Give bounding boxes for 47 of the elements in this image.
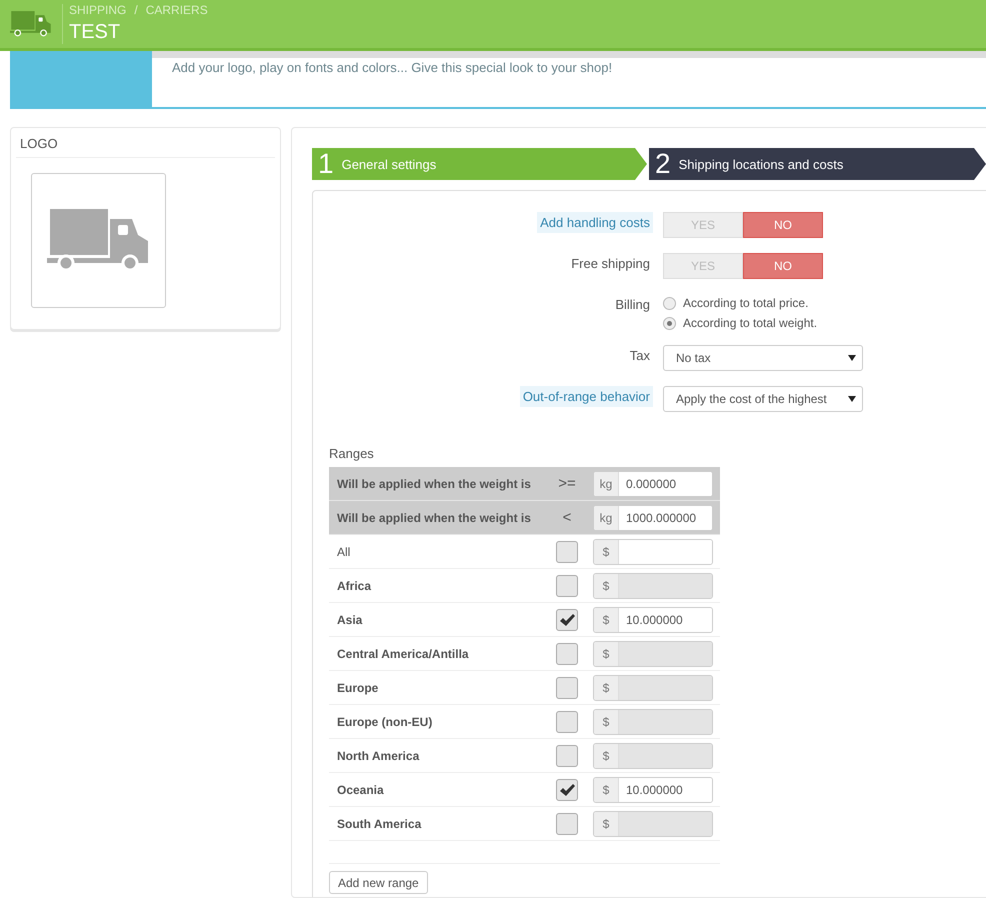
price-input[interactable]: $ [593,538,713,564]
zone-name: All [336,544,352,558]
weight-input[interactable]: kg 0.000000 [593,470,713,496]
zone-name: North America [336,748,420,762]
check-icon [559,612,575,626]
radio-button[interactable] [663,296,676,310]
banner-text: Add your logo, play on fonts and colors... Give this special look to your shop! [172,59,614,77]
switch-option[interactable]: NO [743,253,823,279]
operator-label: < [562,509,572,526]
price-input[interactable]: $ 10.000000 [593,776,713,802]
wizard-step[interactable]: 1 General settings [312,148,647,180]
radio-label: According to total price. [683,296,808,310]
help-label[interactable]: Add handling costs [537,212,653,233]
price-input[interactable]: $ 10.000000 [593,606,713,632]
breadcrumb-separator: / [134,3,138,17]
dropdown[interactable]: No tax [663,345,863,371]
zone-name: Europe [336,680,380,694]
radio-label: According to total weight. [683,316,818,330]
help-label[interactable]: Out-of-range behavior [520,386,653,407]
page-title: TEST [69,21,120,44]
field-label: Tax [628,347,651,365]
range-label: Will be applied when the weight is [336,476,532,490]
zone-name: Central America/Antilla [336,646,470,660]
checkbox[interactable] [556,608,578,630]
checkbox[interactable] [556,778,578,800]
add-range-button[interactable]: Add new range [329,871,428,894]
dropdown[interactable]: Apply the cost of the highest [663,386,863,412]
section-title: Ranges [329,446,374,461]
zone-name: Oceania [336,782,385,796]
caret-icon [848,396,856,402]
wizard-step[interactable]: 2 Shipping locations and costs [649,148,986,180]
zone-name: Europe (non-EU) [336,714,434,728]
weight-input[interactable]: kg 1000.000000 [593,504,713,530]
switch-option[interactable]: NO [743,212,823,238]
truck-icon [10,9,52,39]
operator-label: >= [557,475,577,492]
field-label: Free shipping [570,255,651,273]
radio-button[interactable] [663,316,676,330]
checkbox[interactable] [556,540,578,562]
caret-icon [848,355,856,361]
field-label: Billing [614,296,651,314]
range-label: Will be applied when the weight is [336,510,532,524]
check-icon [559,782,575,796]
zone-name: South America [336,816,422,830]
zone-name: Asia [336,612,364,626]
panel-title: LOGO [16,128,275,158]
zone-name: Africa [336,578,372,592]
